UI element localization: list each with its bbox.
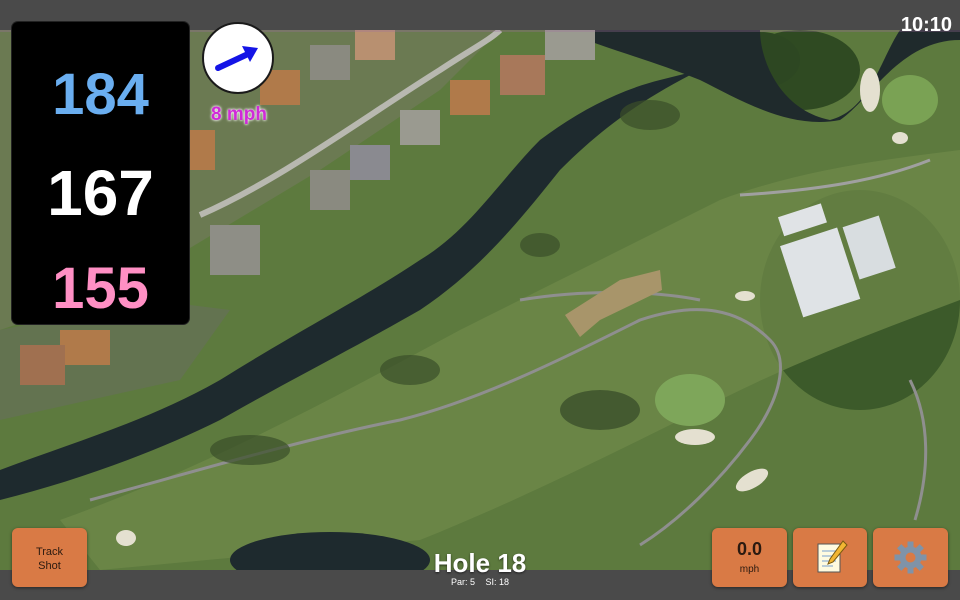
wind-speed-label: 8 mph xyxy=(211,104,267,125)
notes-button[interactable] xyxy=(793,528,867,587)
wind-speed-button[interactable]: 0.0 mph xyxy=(712,528,787,587)
wind-direction-arrow-icon xyxy=(215,46,258,71)
hole-par: Par: 5 xyxy=(450,577,475,587)
gear-icon xyxy=(894,541,927,574)
hole-meta: Par: 5 SI: 18 xyxy=(380,577,580,587)
distance-panel: 184 167 155 xyxy=(12,22,189,324)
hole-stroke-index: SI: 18 xyxy=(485,577,510,587)
distance-back: 184 xyxy=(52,62,149,127)
settings-button[interactable] xyxy=(873,528,948,587)
notepad-icon xyxy=(817,540,848,573)
track-shot-label-line1: Track xyxy=(35,546,64,558)
wind-speed-unit: mph xyxy=(739,564,760,575)
distance-middle: 167 xyxy=(47,157,154,229)
hole-title: Hole 18 xyxy=(433,548,527,578)
wind-speed-value: 0.0 xyxy=(736,539,763,559)
track-shot-button[interactable]: Track Shot xyxy=(12,528,87,587)
status-clock: 10:10 xyxy=(900,14,952,36)
track-shot-label-line2: Shot xyxy=(38,560,61,572)
distance-front: 155 xyxy=(52,256,149,321)
wind-indicator xyxy=(202,22,274,94)
